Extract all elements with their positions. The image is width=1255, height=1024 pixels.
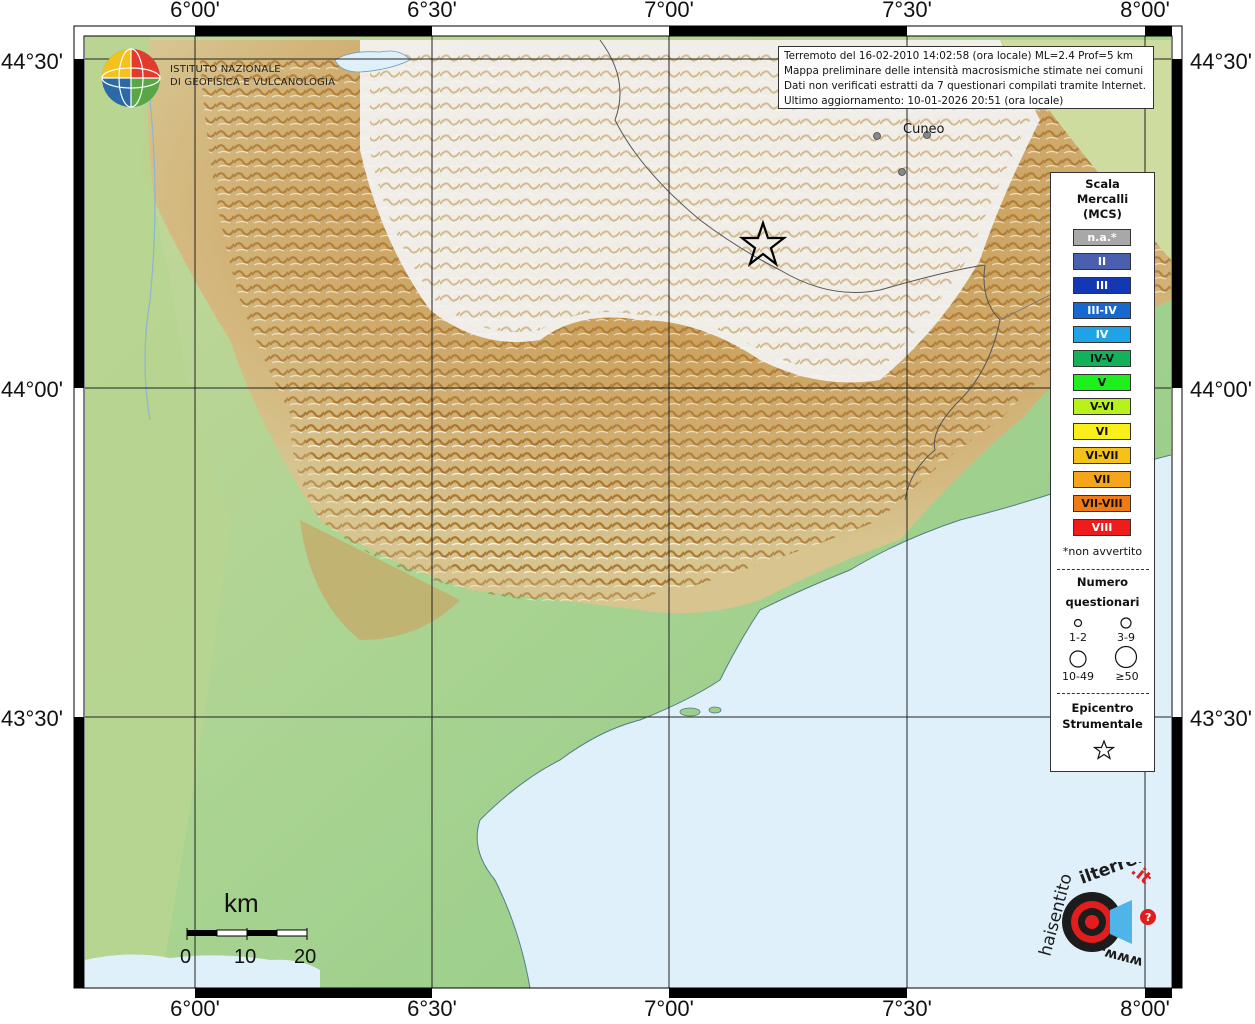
scale-tick-10: 10 [234, 946, 257, 968]
event-info-line4: Ultimo aggiornamento: 10-01-2026 20:51 (… [784, 95, 1064, 107]
intensity-swatch: IV [1073, 325, 1131, 343]
intensity-legend: Scala Mercalli (MCS) n.a.* II III III-IV IV I… [1050, 172, 1155, 772]
lon-label-top-3: 7°00' [644, 0, 694, 22]
ingv-name-line2: DI GEOFISICA E VULCANOLOGIA [170, 77, 336, 88]
event-info-box: Terremoto del 16-02-2010 14:02:58 (ora l… [778, 46, 1154, 109]
count-symbol-small [1073, 618, 1083, 628]
count-symbol-medium [1120, 617, 1132, 629]
count-label-3: 10-49 [1062, 670, 1094, 683]
lat-label-left-2: 44°00' [1, 377, 63, 402]
legend-star-icon [1093, 739, 1115, 760]
intensity-swatch: VI [1073, 422, 1131, 440]
lon-label-top-4: 7°30' [882, 0, 932, 22]
ingv-name-line1: ISTITUTO NAZIONALE [170, 64, 281, 75]
intensity-swatch: VII-VIII [1073, 495, 1131, 513]
lon-label-bottom-3: 7°00' [644, 996, 694, 1021]
scale-tick-20: 20 [294, 946, 317, 968]
legend-epicenter-1: Epicentro [1071, 701, 1134, 715]
legend-epicenter-2: Strumentale [1062, 717, 1143, 731]
intensity-swatch: V-VI [1073, 398, 1131, 416]
scale-tick-0: 0 [180, 946, 192, 968]
count-label-2: 3-9 [1117, 631, 1135, 644]
intensity-swatch: VI-VII [1073, 446, 1131, 464]
lon-label-bottom-1: 6°00' [170, 996, 220, 1021]
logo-question-mark: ? [1145, 911, 1151, 924]
lat-label-right-2: 44°00' [1190, 377, 1252, 402]
ingv-name: ISTITUTO NAZIONALE DI GEOFISICA E VULCAN… [170, 63, 335, 89]
scale-unit: km [224, 888, 259, 918]
legend-title-3: (MCS) [1083, 207, 1122, 221]
intensity-swatch: VII [1073, 471, 1131, 488]
lat-label-left-1: 44°30' [1, 49, 63, 74]
logo-text-4: www. [1099, 944, 1145, 971]
count-symbol-large [1069, 650, 1087, 668]
intensity-swatch: II [1073, 253, 1131, 271]
legend-title-2: Mercalli [1076, 192, 1129, 206]
lon-label-top-5: 8°00' [1120, 0, 1170, 22]
lat-label-right-3: 43°30' [1190, 706, 1252, 731]
lon-label-bottom-5: 8°00' [1120, 996, 1170, 1021]
event-info-line1: Terremoto del 16-02-2010 14:02:58 (ora l… [784, 50, 1134, 62]
lat-label-left-3: 43°30' [1, 706, 63, 731]
intensity-swatch: III-IV [1073, 301, 1131, 319]
lon-label-bottom-2: 6°30' [407, 996, 457, 1021]
count-symbol-xlarge [1114, 645, 1138, 669]
legend-not-felt-note: *non avvertito [1062, 545, 1143, 558]
intensity-swatch: IV-V [1073, 350, 1131, 367]
scale-bar: km 0 10 20 [180, 888, 320, 978]
lon-label-top-1: 6°00' [170, 0, 220, 22]
intensity-swatch: V [1073, 374, 1131, 392]
lon-label-bottom-4: 7°30' [882, 996, 932, 1021]
legend-count-title-2: questionari [1065, 595, 1140, 609]
count-label-1: 1-2 [1069, 631, 1087, 644]
legend-count-title-1: Numero [1076, 575, 1129, 589]
haisentito-logo: ? haisentito ilterremoto .it www. [1036, 862, 1160, 971]
event-info-line3: Dati non verificati estratti da 7 questi… [784, 80, 1147, 92]
lat-label-right-1: 44°30' [1190, 49, 1252, 74]
terrain-layer [85, 36, 1171, 988]
legend-title-1: Scala [1085, 177, 1120, 191]
count-label-4: ≥50 [1115, 670, 1139, 683]
intensity-swatch: VIII [1073, 519, 1131, 537]
intensity-swatch: III [1073, 277, 1131, 295]
lon-label-top-2: 6°30' [407, 0, 457, 22]
event-info-line2: Mappa preliminare delle intensità macros… [784, 65, 1144, 77]
city-label-cuneo: Cuneo [903, 122, 945, 137]
intensity-swatch: n.a.* [1073, 229, 1131, 246]
